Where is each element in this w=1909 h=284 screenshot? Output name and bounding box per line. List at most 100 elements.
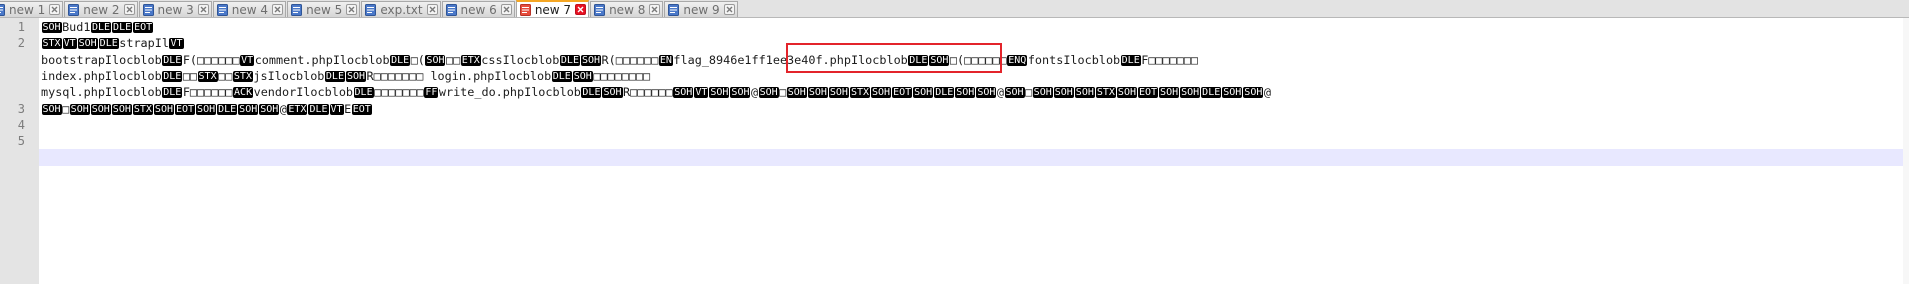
control-char-ack: ACK: [233, 87, 254, 99]
tab-label: new 6: [460, 2, 497, 17]
control-char-soh: SOH: [955, 87, 976, 99]
control-char-vt: VT: [329, 103, 344, 115]
control-char-soh: SOH: [758, 87, 779, 99]
tab-new-3[interactable]: new 3: [138, 1, 212, 17]
line-number: 3: [17, 101, 25, 116]
control-char-soh: SOH: [709, 87, 730, 99]
text-line: bootstrapIlocblob DLE F(□□□□□□ VT comment.ph…: [41, 52, 1198, 68]
text-run: □(: [410, 52, 425, 67]
notepad-file-icon: [365, 3, 377, 16]
control-char-soh: SOH: [807, 87, 828, 99]
control-char-dle: DLE: [1120, 54, 1141, 66]
control-char-eot: EOT: [351, 103, 372, 115]
notepad-file-icon: [291, 3, 303, 16]
close-icon[interactable]: [500, 4, 512, 15]
text-run: □□□□□□□□: [593, 68, 651, 83]
control-char-soh: SOH: [345, 70, 367, 82]
close-icon[interactable]: [197, 4, 209, 15]
control-char-soh: SOH: [238, 103, 259, 115]
control-char-soh: SOH: [259, 103, 280, 115]
tab-new-5[interactable]: new 5: [287, 1, 361, 17]
text-line: mysql.phpIlocblob DLE F□□□□□□ ACK vendorIloc…: [41, 84, 1271, 100]
control-char-en: EN: [658, 54, 673, 66]
control-char-soh: SOH: [77, 38, 98, 50]
close-icon[interactable]: [649, 4, 661, 15]
text-run: F□□□□□□: [182, 85, 233, 100]
tab-label: new 4: [231, 2, 269, 17]
control-char-soh: SOH: [41, 103, 62, 115]
text-run: vendorIlocblob: [253, 85, 354, 100]
notepad-file-icon: [594, 3, 606, 16]
control-char-soh: SOH: [425, 54, 446, 66]
control-char-soh: SOH: [602, 87, 623, 99]
close-icon[interactable]: [272, 4, 284, 15]
tab-new-4[interactable]: new 4: [212, 1, 287, 17]
control-char-dle: DLE: [551, 70, 572, 82]
control-char-soh: SOH: [1243, 87, 1264, 99]
text-run: bootstrapIlocblob: [41, 52, 162, 67]
control-char-stx: STX: [232, 70, 253, 82]
control-char-eot: EOT: [892, 87, 913, 99]
text-run: □□: [182, 68, 198, 83]
text-run: F□□□□□□□: [1141, 52, 1199, 67]
control-char-dle: DLE: [162, 70, 183, 82]
control-char-soh: SOH: [1159, 87, 1180, 99]
text-line: index.phpIlocblob DLE □□ STX □□ STX jsIlocblob…: [41, 68, 650, 84]
tab-label: new 1: [9, 2, 46, 17]
control-char-soh: SOH: [580, 54, 602, 66]
close-icon[interactable]: [575, 4, 587, 15]
text-run: F(□□□□□□: [182, 52, 240, 67]
tab-label: new 8: [609, 2, 646, 17]
close-icon[interactable]: [346, 4, 358, 15]
control-char-eot: EOT: [1137, 87, 1159, 99]
tab-new-9[interactable]: new 9: [664, 1, 738, 17]
tab-new-8[interactable]: new 8: [590, 1, 664, 17]
line-number-gutter: 1 2 34 5: [0, 18, 39, 284]
control-char-dle: DLE: [934, 87, 955, 99]
line-number: 2: [17, 36, 25, 51]
control-char-soh: SOH: [1180, 87, 1201, 99]
text-run: cssIlocblob: [481, 52, 560, 67]
text-run: mysql.phpIlocblob: [41, 85, 162, 100]
control-char-etx: ETX: [460, 54, 481, 66]
tab-new-1[interactable]: new 1: [0, 1, 64, 17]
tab-new-2[interactable]: new 2: [64, 1, 138, 17]
control-char-soh: SOH: [730, 87, 751, 99]
control-char-vt: VT: [694, 87, 709, 99]
text-run: □□□□□□□: [374, 85, 424, 100]
close-icon[interactable]: [49, 4, 61, 15]
text-run: E: [344, 101, 352, 116]
close-icon[interactable]: [426, 4, 438, 15]
unsaved-file-icon: [519, 3, 531, 16]
tab-exp-txt[interactable]: exp.txt: [361, 1, 441, 17]
control-char-soh: SOH: [913, 87, 934, 99]
notepad-file-icon: [216, 3, 228, 16]
control-char-soh: SOH: [786, 87, 807, 99]
text-run: write_do.phpIlocblob: [438, 85, 581, 100]
control-char-dle: DLE: [324, 70, 345, 82]
tab-label: exp.txt: [380, 2, 423, 17]
control-char-dle: DLE: [581, 87, 602, 99]
text-run: □: [779, 85, 787, 100]
control-char-dle: DLE: [308, 103, 329, 115]
text-line: STX VT SOH DLE strapIl VT: [41, 35, 184, 51]
close-icon[interactable]: [723, 4, 735, 15]
control-char-stx: STX: [1095, 87, 1116, 99]
text-run: comment.phpIlocblob: [254, 52, 390, 67]
control-char-soh: SOH: [1116, 87, 1137, 99]
control-char-dle: DLE: [217, 103, 238, 115]
close-icon[interactable]: [123, 4, 135, 15]
editor-area[interactable]: SOH Bud1 DLE DLE EOT STX VT SOH DLE strapIl VT boot…: [39, 18, 1909, 284]
control-char-soh: SOH: [69, 103, 90, 115]
control-char-soh: SOH: [976, 87, 997, 99]
tab-label: new 7: [534, 2, 572, 17]
tab-new-7[interactable]: new 7: [515, 0, 590, 17]
control-char-soh: SOH: [153, 103, 174, 115]
control-char-dle: DLE: [162, 87, 183, 99]
control-char-stx: STX: [197, 70, 218, 82]
text-run: □: [1025, 85, 1033, 100]
control-char-soh: SOH: [828, 87, 849, 99]
control-char-dle: DLE: [353, 87, 374, 99]
tab-new-6[interactable]: new 6: [441, 1, 515, 17]
control-char-dle: DLE: [1201, 87, 1222, 99]
